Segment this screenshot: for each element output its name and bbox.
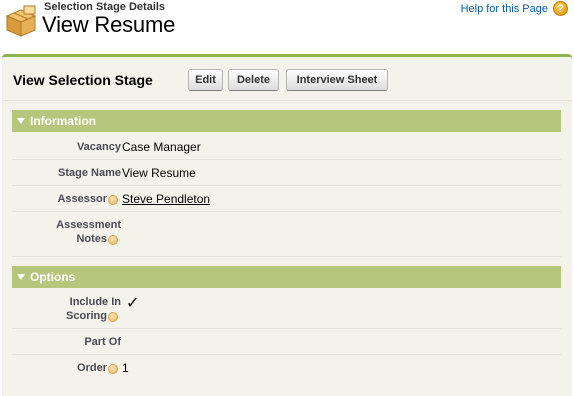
field-label: Stage Name	[58, 167, 121, 179]
field-row-assessment-notes: Assessment Notes	[12, 212, 561, 257]
field-label: Part Of	[84, 336, 121, 348]
field-row-assessor: Assessor Steve Pendleton	[12, 186, 561, 212]
checkmark-icon: ✓	[126, 295, 140, 312]
triangle-down-icon[interactable]	[17, 274, 25, 280]
field-label-line2: Notes	[76, 233, 107, 245]
assessor-link[interactable]: Steve Pendleton	[122, 192, 210, 206]
page-title: View Resume	[42, 12, 176, 37]
field-row-part-of: Part Of	[12, 329, 561, 355]
info-bubble-icon[interactable]	[108, 312, 118, 322]
field-label-line1: Assessment	[56, 219, 121, 231]
delete-button[interactable]: Delete	[228, 69, 279, 91]
detail-block: View Selection Stage Edit Delete Intervi…	[2, 54, 572, 396]
help-circle-icon[interactable]: ?	[553, 1, 568, 16]
field-value: 1	[122, 361, 129, 375]
field-value: Case Manager	[122, 140, 201, 154]
divider	[2, 100, 572, 101]
field-row-order: Order 1	[12, 355, 561, 380]
field-label: Assessor	[57, 193, 107, 205]
help-link[interactable]: Help for this Page	[461, 3, 548, 15]
info-bubble-icon[interactable]	[108, 364, 118, 374]
interview-sheet-button[interactable]: Interview Sheet	[286, 69, 388, 91]
field-label-line2: Scoring	[66, 310, 107, 322]
section-header-information[interactable]: Information	[12, 110, 561, 132]
field-value: View Resume	[122, 166, 196, 180]
package-boxes-icon	[5, 5, 37, 37]
field-row-vacancy: Vacancy Case Manager	[12, 134, 561, 160]
field-label: Vacancy	[76, 141, 121, 153]
field-row-stage-name: Stage Name View Resume	[12, 160, 561, 186]
field-value: Steve Pendleton	[122, 192, 210, 206]
section-header-options[interactable]: Options	[12, 266, 561, 288]
section-title: Options	[30, 270, 76, 284]
triangle-down-icon[interactable]	[17, 118, 25, 124]
field-label-line1: Include In	[69, 296, 121, 308]
field-label: Order	[77, 362, 107, 374]
info-bubble-icon[interactable]	[108, 195, 118, 205]
page-header: Selection Stage Details View Resume Help…	[0, 0, 574, 52]
info-bubble-icon[interactable]	[108, 235, 118, 245]
section-title: Information	[30, 114, 96, 128]
edit-button[interactable]: Edit	[188, 69, 223, 91]
field-row-include-in-scoring: Include In Scoring ✓	[12, 290, 561, 329]
block-title: View Selection Stage	[13, 72, 153, 88]
